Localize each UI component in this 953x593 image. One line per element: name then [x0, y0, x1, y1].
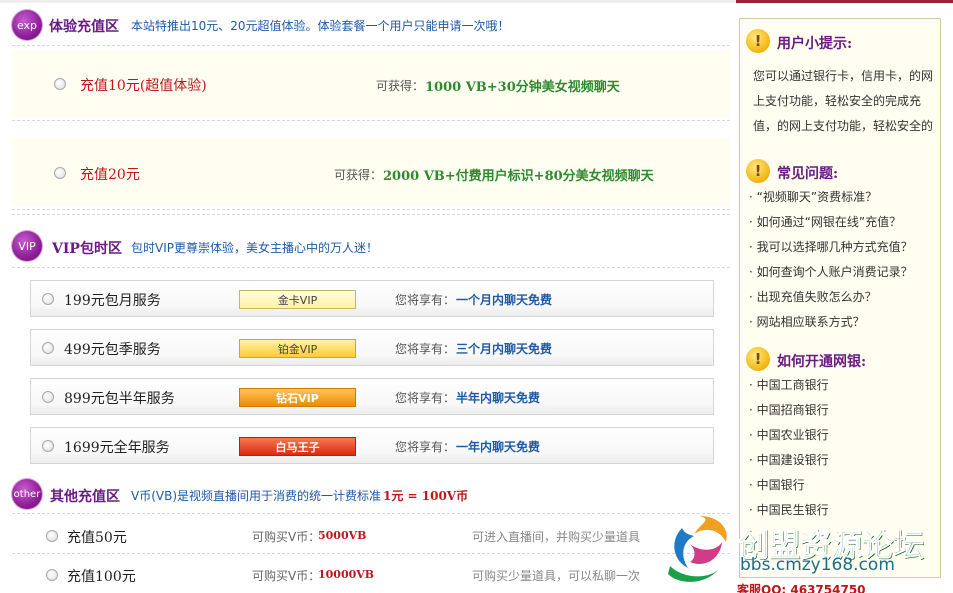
vip-diamond-badge: 钻石VIP	[239, 388, 356, 407]
bank-link-abc[interactable]: · 中国农业银行	[749, 426, 829, 443]
other-50-radio[interactable]	[46, 530, 58, 542]
exp-badge-icon: exp	[12, 10, 42, 40]
faq-link-failure[interactable]: · 出现充值失败怎么办？	[749, 288, 877, 305]
faq-link-fee[interactable]: · “视频聊天”资费标准？	[749, 188, 877, 205]
tips-text: 您可以通过银行卡，信用卡，的网上支付功能，轻松安全的完成充值，的网上支付功能，轻…	[753, 69, 934, 133]
bank-link-boc[interactable]: · 中国银行	[749, 476, 805, 493]
other-50-vb: 5000VB	[318, 529, 367, 542]
exp-section-title: 体验充值区	[49, 19, 119, 35]
watermark-logo-icon	[668, 516, 727, 582]
vip-month-name: 199元包月服务	[64, 293, 161, 309]
vip-month-radio[interactable]	[42, 293, 54, 305]
faq-link-records[interactable]: · 如何查询个人账户消费记录？	[749, 263, 913, 280]
vip-year-radio[interactable]	[42, 440, 54, 452]
faq-title: 常见问题:	[777, 166, 839, 182]
tips-title: 用户小提示:	[777, 36, 853, 52]
vip-halfyear-radio[interactable]	[42, 391, 54, 403]
exp-10-label: 充值10元(超值体验)	[80, 78, 207, 94]
vip-halfyear-enjoy-label: 您将享有：	[395, 391, 456, 405]
sidebar-top-border	[736, 0, 953, 3]
other-50-name: 充值50元	[67, 530, 127, 546]
vip-option-halfyear[interactable]: 899元包半年服务 钻石VIP 您将享有： 半年内聊天免费	[30, 378, 714, 415]
exp-20-get-label: 可获得：	[334, 168, 383, 182]
exp-10-get-label: 可获得：	[376, 79, 425, 93]
exp-20-get-value: 2000 VB+付费用户标识+80分美女视频聊天	[383, 169, 654, 184]
vip-year-name: 1699元全年服务	[64, 440, 170, 456]
bank-link-cmbc[interactable]: · 中国民生银行	[749, 501, 829, 518]
vip-quarter-enjoy-label: 您将享有：	[395, 342, 456, 356]
exp-option-20[interactable]: 充值20元 可获得： 2000 VB+付费用户标识+80分美女视频聊天	[12, 138, 730, 206]
vip-gold-badge: 金卡VIP	[239, 290, 356, 309]
exp-10-get-value: 1000 VB+30分钟美女视频聊天	[425, 80, 620, 95]
bank-title: 如何开通网银:	[777, 354, 867, 370]
watermark-url: bbs.cmzy168.com	[740, 555, 895, 575]
divider	[12, 513, 730, 514]
vip-badge-icon: VIP	[12, 231, 42, 261]
exp-option-10[interactable]: 充值10元(超值体验) 可获得： 1000 VB+30分钟美女视频聊天	[12, 50, 730, 118]
faq-link-online[interactable]: · 如何通过“网银在线”充值？	[749, 213, 901, 230]
bank-link-icbc[interactable]: · 中国工商银行	[749, 376, 829, 393]
divider	[12, 267, 730, 268]
other-50-note: 可进入直播间，并购买少量道具	[472, 530, 641, 544]
vip-option-quarter[interactable]: 499元包季服务 铂金VIP 您将享有： 三个月内聊天免费	[30, 329, 714, 366]
divider	[12, 553, 730, 554]
divider	[12, 45, 730, 46]
exp-10-radio[interactable]	[54, 78, 66, 90]
divider	[12, 214, 730, 215]
other-100-radio[interactable]	[46, 569, 58, 581]
other-100-vb: 10000VB	[318, 568, 375, 581]
vip-quarter-radio[interactable]	[42, 342, 54, 354]
exp-section-desc: 本站特推出10元、20元超值体验。体验套餐一个用户只能申请一次哦！	[131, 19, 510, 33]
vip-section-desc: 包时VIP更尊崇体验，美女主播心中的万人迷！	[131, 241, 378, 255]
other-badge-icon: other	[12, 479, 42, 509]
other-rate: 1元 = 100V币	[383, 489, 469, 503]
top-border	[0, 0, 736, 3]
watermark-qq: 客服QQ: 463754750	[737, 583, 866, 593]
vip-platinum-badge: 铂金VIP	[239, 339, 356, 358]
other-section-title: 其他充值区	[50, 489, 120, 505]
other-50-buy-label: 可购买V币：	[252, 530, 321, 544]
bank-link-cmb[interactable]: · 中国招商银行	[749, 401, 829, 418]
faq-link-contact[interactable]: · 网站相应联系方式？	[749, 313, 865, 330]
other-100-name: 充值100元	[67, 569, 136, 585]
vip-month-enjoy-value: 一个月内聊天免费	[456, 293, 553, 307]
other-100-note: 可购买少量道具，可以私聊一次	[472, 569, 641, 583]
faq-link-methods[interactable]: · 我可以选择哪几种方式充值？	[749, 238, 913, 255]
vip-prince-badge: 白马王子	[239, 437, 356, 456]
vip-year-enjoy-label: 您将享有：	[395, 440, 456, 454]
other-100-buy-label: 可购买V币：	[252, 569, 321, 583]
exclamation-icon: !	[746, 29, 770, 53]
other-section-desc: V币(VB)是视频直播间用于消费的统一计费标准	[131, 489, 382, 503]
exp-20-label: 充值20元	[80, 167, 140, 183]
vip-quarter-enjoy-value: 三个月内聊天免费	[456, 342, 553, 356]
vip-month-enjoy-label: 您将享有：	[395, 293, 456, 307]
divider	[12, 209, 730, 210]
exclamation-icon: !	[746, 159, 770, 183]
vip-option-month[interactable]: 199元包月服务 金卡VIP 您将享有： 一个月内聊天免费	[30, 280, 714, 317]
bank-link-ccb[interactable]: · 中国建设银行	[749, 451, 829, 468]
exp-20-radio[interactable]	[54, 167, 66, 179]
vip-option-year[interactable]: 1699元全年服务 白马王子 您将享有： 一年内聊天免费	[30, 427, 714, 464]
vip-year-enjoy-value: 一年内聊天免费	[456, 440, 541, 454]
vip-section-title: VIP包时区	[52, 241, 122, 257]
vip-halfyear-name: 899元包半年服务	[64, 391, 175, 407]
vip-halfyear-enjoy-value: 半年内聊天免费	[456, 391, 541, 405]
vip-quarter-name: 499元包季服务	[64, 342, 161, 358]
sidebar-panel: ! 用户小提示: 您可以通过银行卡，信用卡，的网上支付功能，轻松安全的完成充值，…	[739, 18, 941, 578]
divider	[12, 120, 730, 121]
exclamation-icon: !	[746, 347, 770, 371]
